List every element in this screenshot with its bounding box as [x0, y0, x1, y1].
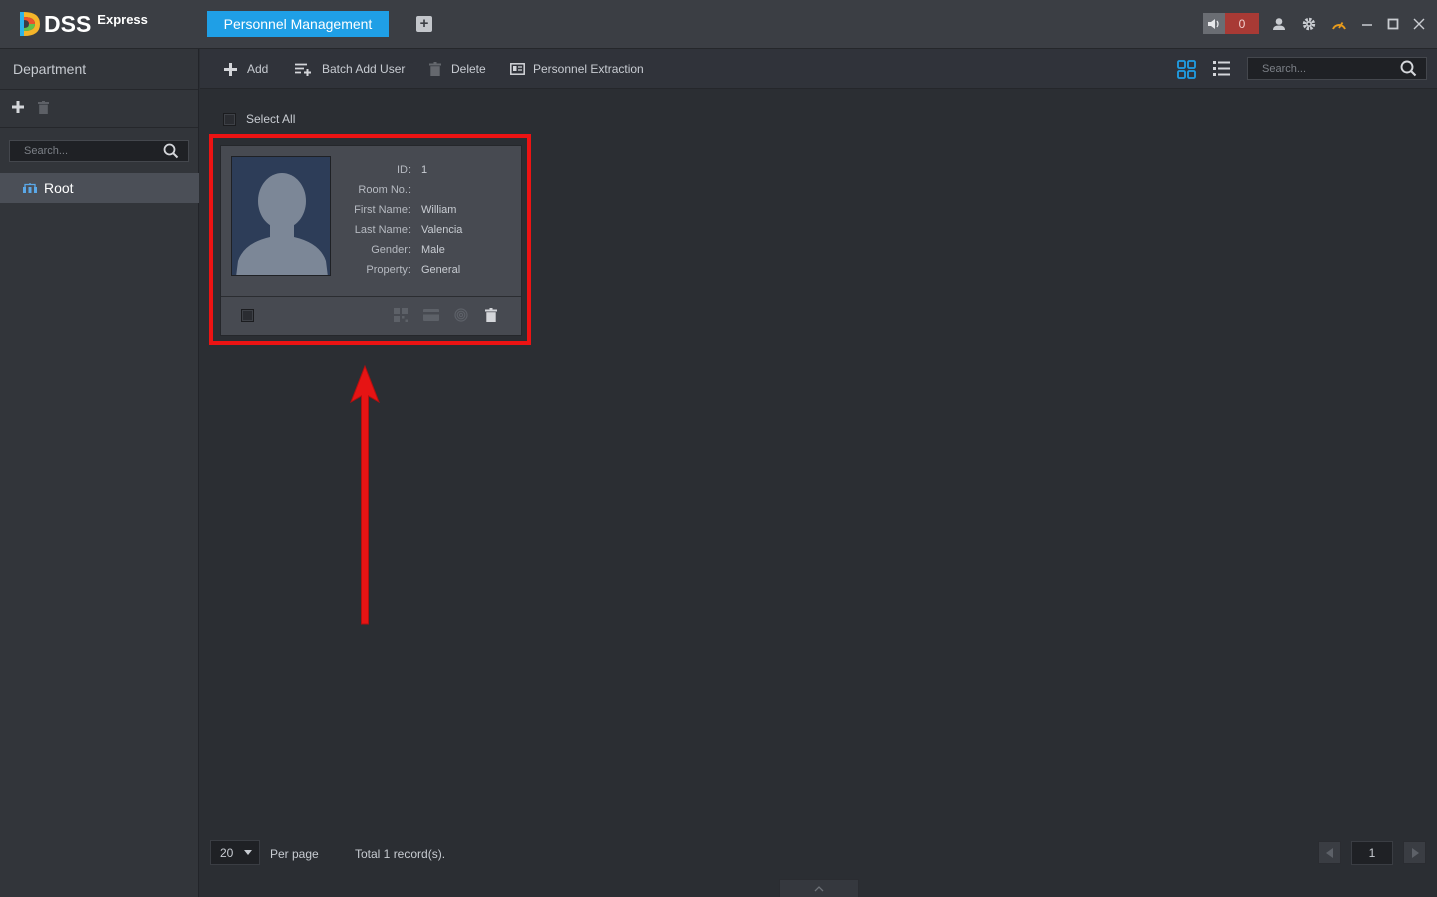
person-avatar [231, 156, 331, 276]
user-icon[interactable] [1269, 14, 1289, 34]
delete-label: Delete [451, 62, 486, 76]
field-key: Property: [366, 264, 411, 276]
speaker-icon[interactable] [1203, 13, 1225, 34]
list-view-icon[interactable] [1213, 60, 1231, 80]
batch-add-icon [295, 63, 312, 76]
personnel-extraction-label: Personnel Extraction [533, 62, 644, 76]
tree-item-root[interactable]: Root [0, 173, 199, 203]
alarm-count: 0 [1225, 13, 1259, 34]
person-card[interactable]: ID: 1 Room No.: First Name: William Last N… [220, 145, 522, 336]
field-value: 1 [421, 164, 428, 176]
delete-department-icon[interactable] [38, 100, 49, 117]
card-icon[interactable] [423, 307, 439, 323]
title-bar: DSS Express Personnel Management + 0 [0, 0, 1437, 49]
chevron-down-icon [244, 850, 252, 855]
expand-panel-button[interactable] [779, 879, 859, 897]
personnel-toolbar: Add Batch Add User Delete Personnel Extr… [200, 49, 1437, 89]
info-row-room: Room No.: [341, 180, 462, 200]
field-key: ID: [396, 164, 411, 176]
delete-button[interactable]: Delete [429, 49, 486, 89]
field-key: Gender: [371, 244, 411, 256]
tree-item-label: Root [44, 180, 74, 196]
delete-person-icon[interactable] [483, 307, 499, 323]
page-number-input[interactable]: 1 [1351, 841, 1393, 865]
personnel-search-placeholder: Search... [1262, 62, 1307, 75]
info-row-last-name: Last Name: Valencia [341, 220, 463, 240]
organization-icon [23, 183, 37, 193]
tab-personnel-management[interactable]: Personnel Management [207, 11, 389, 37]
select-all-checkbox[interactable]: Select All [223, 112, 295, 126]
per-page-label: Per page [270, 847, 319, 861]
add-tab-button[interactable]: + [416, 16, 432, 32]
alarm-indicator[interactable]: 0 [1203, 13, 1259, 34]
field-key: Last Name: [354, 224, 411, 236]
add-label: Add [247, 62, 269, 76]
chevron-up-icon [814, 885, 824, 891]
chevron-right-icon [1411, 847, 1419, 858]
department-search-placeholder: Search... [24, 145, 69, 157]
person-card-checkbox[interactable] [241, 309, 254, 322]
chevron-left-icon [1325, 847, 1333, 858]
department-sidebar: Department Search... Root [0, 49, 199, 897]
info-row-gender: Gender: Male [341, 240, 462, 260]
field-value: Valencia [421, 224, 463, 236]
info-row-first-name: First Name: William [341, 200, 462, 220]
add-department-icon[interactable] [12, 101, 24, 116]
grid-view-icon[interactable] [1177, 60, 1196, 82]
gear-icon[interactable] [1299, 14, 1319, 34]
select-all-label: Select All [246, 112, 296, 126]
department-search-input[interactable]: Search... [9, 140, 189, 162]
person-info: ID: 1 Room No.: First Name: William Last N… [341, 160, 462, 280]
personnel-extraction-button[interactable]: Personnel Extraction [510, 49, 644, 89]
total-records: Total 1 record(s). [355, 847, 446, 861]
person-card-details: ID: 1 Room No.: First Name: William Last N… [221, 146, 521, 297]
maximize-icon[interactable] [1383, 14, 1403, 34]
batch-add-label: Batch Add User [322, 62, 406, 76]
field-key: Room No.: [358, 184, 411, 196]
department-title: Department [0, 49, 198, 90]
minimize-icon[interactable] [1357, 14, 1377, 34]
per-page-select[interactable]: 20 [210, 840, 260, 865]
person-silhouette-icon [236, 173, 328, 275]
dss-logo-icon [20, 12, 40, 36]
performance-gauge-icon[interactable] [1329, 14, 1349, 34]
field-key: First Name: [354, 204, 411, 216]
per-page-value: 20 [220, 845, 234, 860]
field-value: General [421, 264, 461, 276]
qr-code-icon[interactable] [393, 307, 409, 323]
trash-icon [429, 62, 441, 76]
add-button[interactable]: Add [224, 49, 268, 89]
checkbox[interactable] [223, 112, 236, 126]
search-icon[interactable] [1400, 60, 1417, 77]
field-value: William [421, 204, 457, 216]
close-icon[interactable] [1409, 14, 1429, 34]
plus-icon [224, 62, 237, 76]
info-row-id: ID: 1 [341, 160, 462, 180]
field-value: Male [421, 244, 445, 256]
id-card-icon [510, 63, 525, 75]
batch-add-user-button[interactable]: Batch Add User [295, 49, 405, 89]
logo-text: DSS [44, 10, 92, 37]
prev-page-button[interactable] [1318, 841, 1341, 864]
department-tools [0, 90, 198, 128]
search-icon[interactable] [163, 143, 179, 159]
info-row-property: Property: General [341, 260, 462, 280]
fingerprint-icon[interactable] [453, 307, 469, 323]
next-page-button[interactable] [1403, 841, 1426, 864]
annotation-arrow-icon [350, 364, 380, 625]
app-logo: DSS Express [18, 8, 148, 40]
logo-subtext: Express [97, 11, 148, 27]
personnel-search-input[interactable]: Search... [1247, 57, 1427, 80]
